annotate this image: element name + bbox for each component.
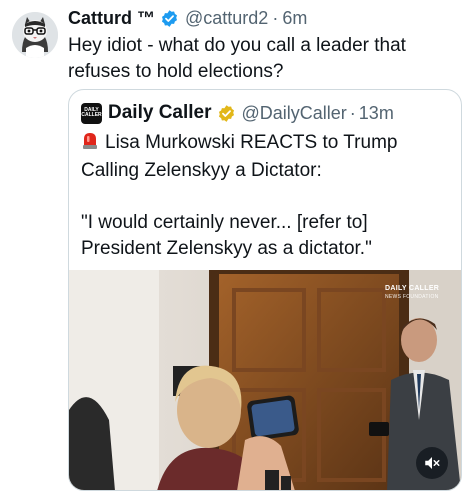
video-thumbnail[interactable]: DAILY CALLER NEWS FOUNDATION	[69, 270, 461, 490]
author-name[interactable]: Catturd ™	[68, 8, 155, 29]
author-handle[interactable]: @catturd2	[185, 8, 268, 29]
cat-avatar-icon	[12, 12, 58, 58]
avatar[interactable]	[12, 12, 58, 58]
quoted-separator-dot: ·	[349, 102, 356, 123]
watermark-title: DAILY CALLER	[385, 285, 440, 292]
speaker-muted-icon	[425, 457, 440, 469]
quoted-author-handle[interactable]: @DailyCaller	[242, 103, 347, 124]
siren-icon	[81, 130, 99, 158]
quoted-tweet-body: Lisa Murkowski REACTS to Trump Calling Z…	[81, 132, 398, 259]
quoted-tweet-card[interactable]: DAILY CALLER Daily Caller @DailyCaller ·…	[68, 89, 462, 491]
separator-dot: ·	[272, 7, 279, 28]
timestamp[interactable]: 6m	[282, 8, 307, 29]
quoted-avatar-line-2: CALLER	[81, 112, 102, 118]
tweet-text: Hey idiot - what do you call a leader th…	[68, 35, 406, 82]
quoted-author-name[interactable]: Daily Caller	[108, 102, 212, 124]
quoted-tweet-text: Lisa Murkowski REACTS to Trump Calling Z…	[81, 130, 451, 262]
video-frame-image	[69, 270, 461, 490]
quoted-timestamp[interactable]: 13m	[359, 103, 394, 124]
watermark-subtitle: NEWS FOUNDATION	[385, 294, 439, 300]
quoted-tweet-header: DAILY CALLER Daily Caller @DailyCaller ·…	[81, 100, 394, 126]
video-watermark: DAILY CALLER NEWS FOUNDATION	[385, 285, 439, 301]
tweet-header: Catturd ™ @catturd2 · 6m	[68, 6, 307, 30]
quoted-avatar[interactable]: DAILY CALLER	[81, 102, 102, 124]
unmute-button[interactable]	[416, 447, 448, 479]
verified-badge-icon	[160, 9, 179, 28]
verified-gold-badge-icon	[217, 104, 236, 123]
